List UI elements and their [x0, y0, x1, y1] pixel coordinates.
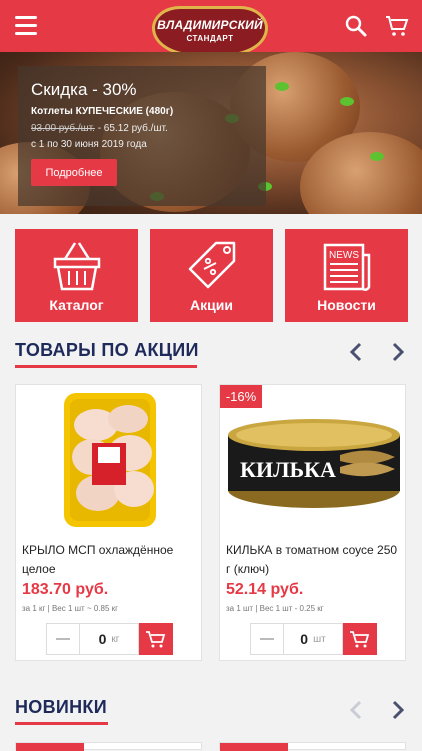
section-title-new-goods: НОВИНКИ — [15, 697, 107, 717]
quantity-field[interactable]: 0 шт — [283, 624, 343, 654]
quantity-stepper: 0 шт — [250, 623, 377, 655]
menu-icon[interactable] — [15, 16, 37, 35]
promo-price: 93.00 руб./шт. - 65.12 руб./шт. — [31, 123, 168, 134]
tile-promotions-label: Акции — [190, 297, 233, 313]
chevron-left-icon[interactable] — [346, 699, 368, 721]
cart-icon[interactable] — [385, 14, 409, 38]
chevron-left-icon[interactable] — [346, 341, 368, 363]
tile-news-label: Новости — [317, 297, 376, 313]
chevron-right-icon[interactable] — [386, 699, 408, 721]
news-icon-text: NEWS — [329, 250, 359, 261]
app-header: ВЛАДИМИРСКИЙ СТАНДАРТ — [0, 0, 422, 56]
logo-line1: ВЛАДИМИРСКИЙ — [157, 18, 263, 32]
add-to-cart-button[interactable] — [139, 623, 173, 655]
promo-banner[interactable]: Скидка - 30% Котлеты КУПЕЧЕСКИЕ (480г) 9… — [0, 52, 422, 214]
decrease-button[interactable] — [251, 624, 283, 654]
add-to-cart-button[interactable] — [343, 623, 377, 655]
quantity-value: 0 — [98, 631, 107, 647]
discount-badge: -16% — [220, 385, 262, 408]
promo-product: Котлеты КУПЕЧЕСКИЕ (480г) — [31, 106, 174, 117]
promo-dates: с 1 по 30 июня 2019 года — [31, 139, 147, 150]
basket-icon — [53, 242, 100, 291]
quantity-unit: шт — [313, 633, 326, 645]
quantity-unit: кг — [111, 633, 120, 645]
chevron-right-icon[interactable] — [386, 341, 408, 363]
product-name[interactable]: КИЛЬКА в томатном соусе 250 г (ключ) — [226, 541, 404, 579]
section-title-promo-goods: ТОВАРЫ ПО АКЦИИ — [15, 340, 199, 360]
tile-catalog[interactable]: Каталог — [15, 229, 138, 322]
product-price: 52.14 руб. — [226, 581, 304, 598]
product-card[interactable]: КРЫЛО МСП охлаждённое целое 183.70 руб. … — [15, 384, 202, 661]
tile-promotions[interactable]: Акции — [150, 229, 273, 322]
promo-new-price: - 65.12 руб./шт. — [94, 123, 168, 134]
search-icon[interactable] — [344, 14, 368, 38]
product-card[interactable]: КИЛЬКА -16% КИЛЬКА в томатном соусе 250 … — [219, 384, 406, 661]
price-tag-icon — [188, 241, 235, 289]
can-label-text: КИЛЬКА — [240, 457, 336, 482]
newspaper-icon: NEWS — [323, 243, 370, 291]
quantity-value: 0 — [300, 631, 309, 647]
product-price: 183.70 руб. — [22, 581, 109, 598]
promo-details-button[interactable]: Подробнее — [31, 159, 117, 186]
section-underline — [15, 365, 197, 368]
tile-news[interactable]: NEWS Новости — [285, 229, 408, 322]
product-card-partial[interactable] — [219, 742, 406, 751]
quantity-field[interactable]: 0 кг — [79, 624, 139, 654]
product-name[interactable]: КРЫЛО МСП охлаждённое целое — [22, 541, 200, 579]
quantity-stepper: 0 кг — [46, 623, 173, 655]
tile-catalog-label: Каталог — [49, 297, 104, 313]
promo-old-price: 93.00 руб./шт. — [31, 123, 95, 134]
brand-logo[interactable]: ВЛАДИМИРСКИЙ СТАНДАРТ — [152, 6, 268, 56]
product-card-partial[interactable] — [15, 742, 202, 751]
logo-line2: СТАНДАРТ — [186, 34, 234, 43]
promo-title: Скидка - 30% — [31, 80, 137, 99]
section-underline — [15, 722, 108, 725]
product-unit-info: за 1 шт | Вес 1 шт - 0.25 кг — [226, 604, 324, 613]
product-unit-info: за 1 кг | Вес 1 шт ~ 0.85 кг — [22, 604, 119, 613]
product-image — [64, 393, 156, 527]
decrease-button[interactable] — [47, 624, 79, 654]
